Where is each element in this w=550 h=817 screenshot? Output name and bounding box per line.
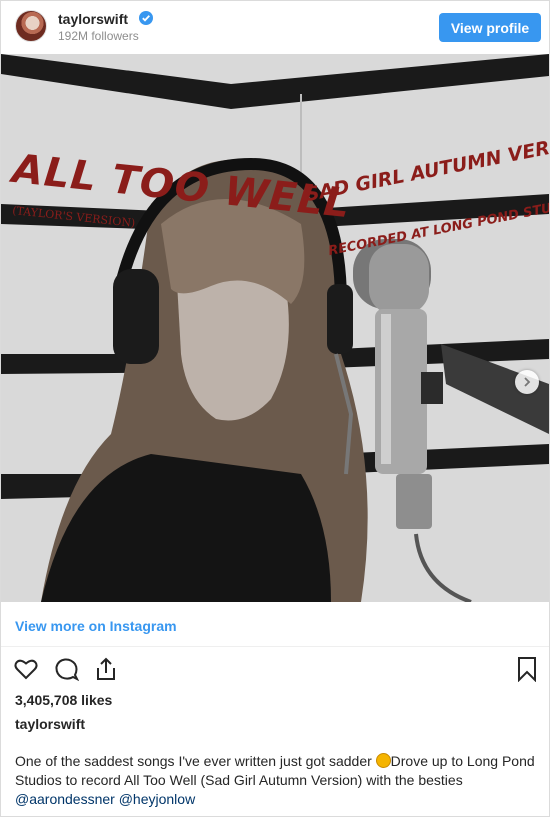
post-image[interactable]: ALL TOO WELL (TAYLOR'S VERSION) SAD GIRL… [1,54,549,602]
avatar[interactable] [15,10,47,42]
username[interactable]: taylorswift [58,11,128,27]
verified-badge-icon [139,11,153,25]
caption-username[interactable]: taylorswift [15,716,85,732]
post-caption: One of the saddest songs I've ever writt… [15,752,535,809]
chevron-right-icon [524,377,531,387]
mention-link[interactable]: @heyjonlow [119,791,195,807]
comment-icon[interactable] [53,656,79,682]
mention-link[interactable]: @aarondessner [15,791,115,807]
carousel-next-button[interactable] [515,370,539,394]
action-bar [13,656,119,682]
post-header: taylorswift 192M followers View profile [1,1,549,53]
bookmark-icon[interactable] [515,656,539,682]
like-count[interactable]: 3,405,708 likes [15,692,112,708]
view-more-link[interactable]: View more on Instagram [15,618,177,634]
instagram-embed: taylorswift 192M followers View profile [0,0,550,817]
divider [1,646,549,647]
studio-photo [1,54,549,602]
caption-text-part1: One of the saddest songs I've ever writt… [15,753,372,769]
upside-down-face-emoji-icon [375,753,391,768]
share-icon[interactable] [93,656,119,682]
follower-count: 192M followers [58,29,139,43]
heart-icon[interactable] [13,656,39,682]
view-profile-button[interactable]: View profile [439,13,541,42]
